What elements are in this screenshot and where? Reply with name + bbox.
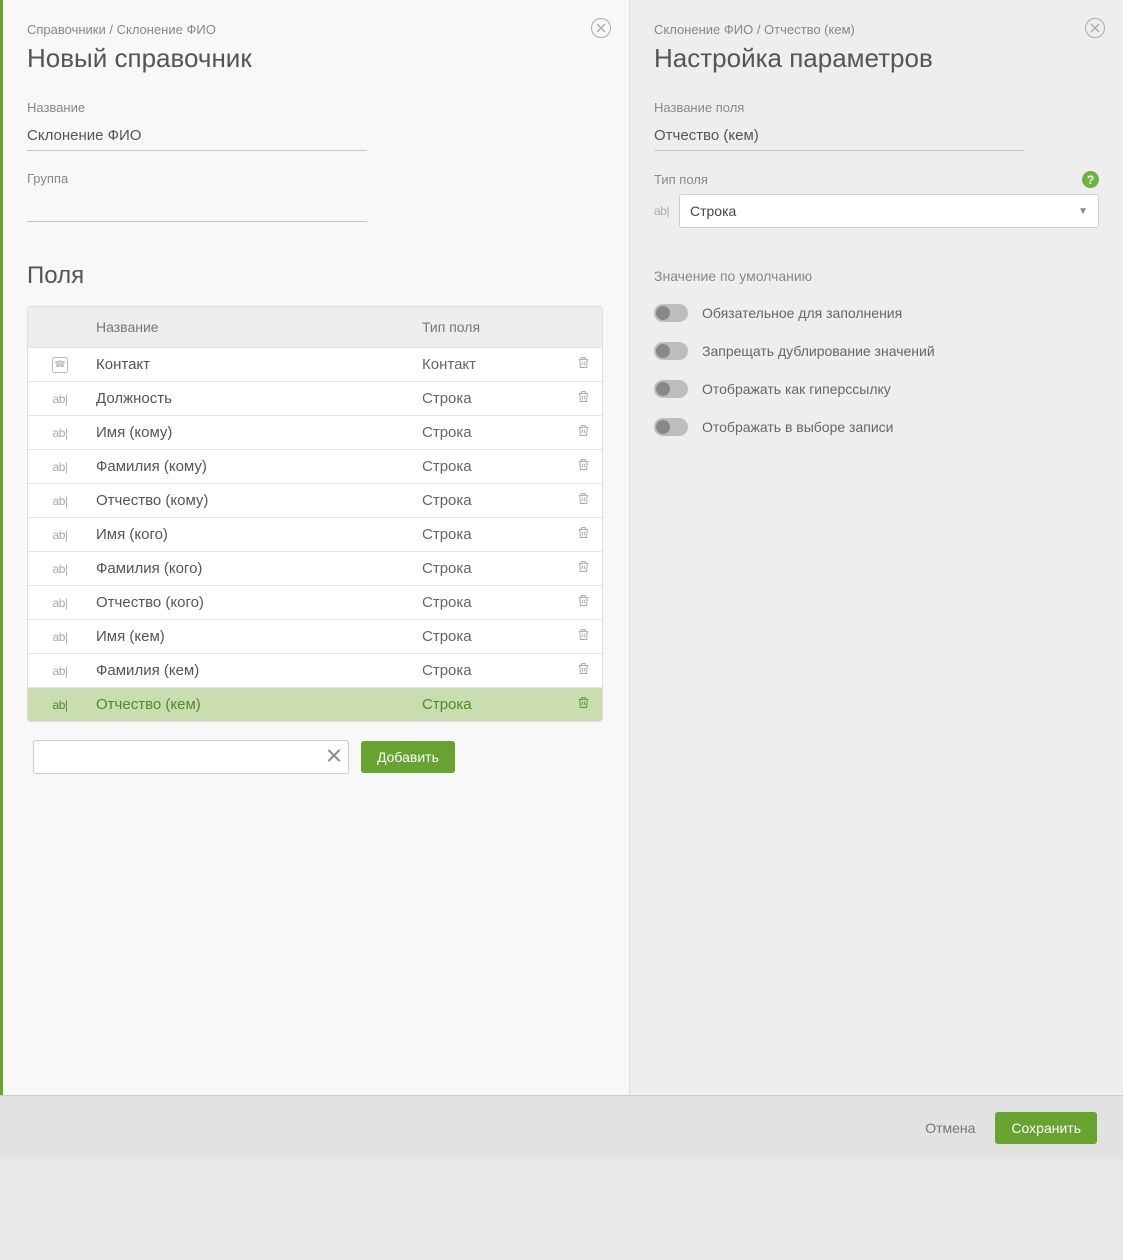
- field-name-label: Название поля: [654, 100, 1099, 115]
- close-right-button[interactable]: [1085, 18, 1105, 38]
- ab-icon: ab|: [654, 204, 669, 218]
- ab-icon: ab|: [53, 460, 68, 474]
- add-field-input[interactable]: [33, 740, 349, 774]
- group-label: Группа: [27, 171, 605, 186]
- row-type: Строка: [416, 560, 564, 577]
- default-label: Значение по умолчанию: [654, 268, 1099, 284]
- row-type: Строка: [416, 526, 564, 543]
- toggle-row: Запрещать дублирование значений: [654, 342, 1099, 360]
- delete-icon[interactable]: [576, 593, 591, 612]
- row-name: Отчество (кому): [92, 492, 416, 509]
- row-type: Строка: [416, 390, 564, 407]
- row-name: Должность: [92, 390, 416, 407]
- table-row[interactable]: ab| Имя (кем)Строка: [28, 619, 602, 653]
- name-input[interactable]: [27, 121, 367, 151]
- fields-table: Название Тип поля ☎ КонтактКонтакт ab| Долж…: [27, 306, 603, 722]
- row-type: Строка: [416, 662, 564, 679]
- row-type: Контакт: [416, 356, 564, 373]
- save-button[interactable]: Сохранить: [995, 1112, 1097, 1144]
- delete-icon[interactable]: [576, 627, 591, 646]
- right-title: Настройка параметров: [654, 43, 1099, 74]
- add-button[interactable]: Добавить: [361, 741, 455, 773]
- type-label: Тип поля: [654, 172, 708, 187]
- row-name: Имя (кого): [92, 526, 416, 543]
- left-panel: Справочники / Склонение ФИО Новый справо…: [3, 0, 629, 1095]
- ab-icon: ab|: [53, 664, 68, 678]
- row-name: Фамилия (кого): [92, 560, 416, 577]
- chevron-down-icon: ▼: [1078, 206, 1088, 217]
- cancel-button[interactable]: Отмена: [925, 1120, 975, 1136]
- delete-icon[interactable]: [576, 457, 591, 476]
- toggle-switch[interactable]: [654, 418, 688, 436]
- name-label: Название: [27, 100, 605, 115]
- clear-icon[interactable]: [327, 747, 341, 768]
- row-name: Отчество (кого): [92, 594, 416, 611]
- row-type: Строка: [416, 458, 564, 475]
- ab-icon: ab|: [53, 426, 68, 440]
- row-name: Фамилия (кем): [92, 662, 416, 679]
- toggle-label: Отображать в выборе записи: [702, 419, 893, 435]
- row-type: Строка: [416, 594, 564, 611]
- toggle-row: Отображать в выборе записи: [654, 418, 1099, 436]
- group-input[interactable]: [27, 192, 367, 222]
- breadcrumb[interactable]: Справочники / Склонение ФИО: [27, 22, 605, 37]
- delete-icon[interactable]: [576, 389, 591, 408]
- table-row[interactable]: ab| Имя (кого)Строка: [28, 517, 602, 551]
- table-row[interactable]: ab| Фамилия (кого)Строка: [28, 551, 602, 585]
- footer: Отмена Сохранить: [0, 1095, 1123, 1159]
- toggle-label: Запрещать дублирование значений: [702, 343, 935, 359]
- delete-icon[interactable]: [576, 559, 591, 578]
- field-name-input[interactable]: [654, 121, 1024, 151]
- ab-icon: ab|: [53, 596, 68, 610]
- table-row[interactable]: ab| Отчество (кем)Строка: [28, 687, 602, 721]
- close-left-button[interactable]: [591, 18, 611, 38]
- row-type: Строка: [416, 492, 564, 509]
- table-row[interactable]: ab| Имя (кому)Строка: [28, 415, 602, 449]
- row-type: Строка: [416, 628, 564, 645]
- row-name: Имя (кому): [92, 424, 416, 441]
- ab-icon: ab|: [53, 562, 68, 576]
- ab-icon: ab|: [53, 698, 68, 712]
- breadcrumb-right[interactable]: Склонение ФИО / Отчество (кем): [654, 22, 1099, 37]
- delete-icon[interactable]: [576, 491, 591, 510]
- delete-icon[interactable]: [576, 661, 591, 680]
- row-name: Имя (кем): [92, 628, 416, 645]
- delete-icon[interactable]: [576, 355, 591, 374]
- toggle-switch[interactable]: [654, 304, 688, 322]
- ab-icon: ab|: [53, 494, 68, 508]
- toggle-row: Обязательное для заполнения: [654, 304, 1099, 322]
- table-row[interactable]: ab| Отчество (кому)Строка: [28, 483, 602, 517]
- row-type: Строка: [416, 424, 564, 441]
- col-name: Название: [92, 307, 416, 347]
- fields-heading: Поля: [27, 262, 605, 290]
- page-title: Новый справочник: [27, 43, 605, 74]
- toggle-label: Отображать как гиперссылку: [702, 381, 891, 397]
- row-type: Строка: [416, 696, 564, 713]
- table-row[interactable]: ab| Отчество (кого)Строка: [28, 585, 602, 619]
- toggle-row: Отображать как гиперссылку: [654, 380, 1099, 398]
- row-name: Отчество (кем): [92, 696, 416, 713]
- ab-icon: ab|: [53, 528, 68, 542]
- delete-icon[interactable]: [576, 695, 591, 714]
- table-header: Название Тип поля: [28, 307, 602, 347]
- table-row[interactable]: ☎ КонтактКонтакт: [28, 347, 602, 381]
- type-select-value: Строка: [690, 203, 736, 219]
- ab-icon: ab|: [53, 392, 68, 406]
- delete-icon[interactable]: [576, 423, 591, 442]
- col-type: Тип поля: [416, 307, 602, 347]
- help-icon[interactable]: ?: [1082, 171, 1099, 188]
- toggle-switch[interactable]: [654, 342, 688, 360]
- right-panel: Склонение ФИО / Отчество (кем) Настройка…: [629, 0, 1123, 1095]
- table-row[interactable]: ab| Фамилия (кому)Строка: [28, 449, 602, 483]
- row-name: Фамилия (кому): [92, 458, 416, 475]
- row-name: Контакт: [92, 356, 416, 373]
- ab-icon: ab|: [53, 630, 68, 644]
- delete-icon[interactable]: [576, 525, 591, 544]
- contact-icon: ☎: [52, 357, 68, 373]
- toggle-switch[interactable]: [654, 380, 688, 398]
- table-row[interactable]: ab| ДолжностьСтрока: [28, 381, 602, 415]
- toggle-label: Обязательное для заполнения: [702, 305, 902, 321]
- type-select[interactable]: Строка ▼: [679, 194, 1099, 228]
- table-row[interactable]: ab| Фамилия (кем)Строка: [28, 653, 602, 687]
